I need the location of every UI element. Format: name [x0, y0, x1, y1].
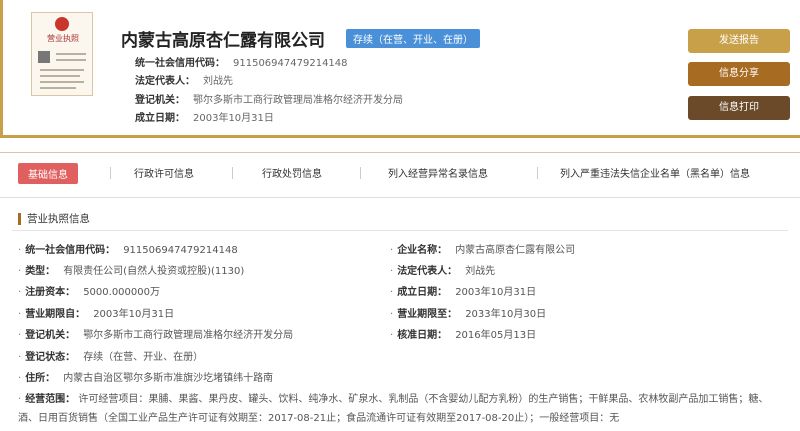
bullet-icon: ·: [390, 330, 394, 341]
tab-administrative-penalty[interactable]: 行政处罚信息: [262, 165, 322, 180]
bullet-icon: ·: [18, 287, 22, 298]
bullet-icon: ·: [390, 245, 394, 256]
header-registration-authority-label: 登记机关：: [135, 95, 185, 106]
header-legal-rep-row: 法定代表人： 刘战先: [135, 72, 233, 87]
bullet-icon: ·: [18, 266, 22, 277]
field-registration-status: · 登记状态： 存续（在营、开业、在册）: [18, 352, 204, 363]
national-emblem-icon: [55, 17, 69, 31]
bullet-icon: ·: [390, 309, 394, 320]
company-header-card: 营业执照 内蒙古高原杏仁露有限公司 存续（在营、开业、在册） 统一社会信用代码：…: [0, 0, 800, 138]
send-report-button[interactable]: 发送报告: [688, 29, 790, 53]
bullet-icon: ·: [18, 373, 22, 384]
bullet-icon: ·: [18, 309, 22, 320]
field-company-name: · 企业名称： 内蒙古高原杏仁露有限公司: [390, 245, 576, 256]
header-established-date-row: 成立日期： 2003年10月31日: [135, 109, 274, 124]
field-established-date: · 成立日期： 2003年10月31日: [390, 287, 537, 298]
bullet-icon: ·: [18, 352, 22, 363]
business-license-thumbnail[interactable]: 营业执照: [31, 12, 93, 96]
header-established-date-value: 2003年10月31日: [193, 113, 274, 124]
tab-blacklist[interactable]: 列入严重违法失信企业名单（黑名单）信息: [560, 165, 750, 180]
field-business-scope: · 经营范围： 许可经营项目：果脯、果酱、果丹皮、罐头、饮料、纯净水、矿泉水、乳制…: [18, 390, 788, 428]
field-company-type: · 类型： 有限责任公司(自然人投资或控股)(1130): [18, 266, 245, 277]
header-credit-code-value: 911506947479214148: [233, 58, 348, 69]
bullet-icon: ·: [18, 394, 22, 405]
header-legal-rep-value: 刘战先: [203, 76, 233, 87]
status-badge: 存续（在营、开业、在册）: [346, 29, 480, 48]
info-tabs: 基础信息 行政许可信息 行政处罚信息 列入经营异常名录信息 列入严重违法失信企业…: [0, 152, 800, 198]
bullet-icon: ·: [390, 287, 394, 298]
field-address: · 住所： 内蒙古自治区鄂尔多斯市准旗沙圪堵镇纬十路南: [18, 373, 274, 384]
license-thumb-title: 营业执照: [47, 34, 79, 43]
business-scope-label: 经营范围：: [25, 394, 76, 405]
section-divider: [12, 230, 788, 231]
field-registration-authority: · 登记机关： 鄂尔多斯市工商行政管理局准格尔经济开发分局: [18, 330, 294, 341]
tab-administrative-license[interactable]: 行政许可信息: [134, 165, 194, 180]
business-scope-value: 许可经营项目：果脯、果酱、果丹皮、罐头、饮料、纯净水、矿泉水、乳制品（不含婴幼儿…: [18, 394, 769, 424]
bullet-icon: ·: [18, 245, 22, 256]
header-established-date-label: 成立日期：: [135, 113, 185, 124]
header-credit-code-label: 统一社会信用代码：: [135, 58, 225, 69]
header-registration-authority-row: 登记机关： 鄂尔多斯市工商行政管理局准格尔经济开发分局: [135, 91, 403, 106]
print-info-button[interactable]: 信息打印: [688, 96, 790, 120]
bullet-icon: ·: [390, 266, 394, 277]
field-term-to: · 营业期限至： 2033年10月30日: [390, 309, 547, 320]
header-legal-rep-label: 法定代表人：: [135, 76, 195, 87]
header-registration-authority-value: 鄂尔多斯市工商行政管理局准格尔经济开发分局: [193, 95, 403, 106]
field-legal-representative: · 法定代表人： 刘战先: [390, 266, 496, 277]
section-title-business-license: 营业执照信息: [18, 213, 90, 225]
header-credit-code-row: 统一社会信用代码： 911506947479214148: [135, 54, 348, 69]
share-info-button[interactable]: 信息分享: [688, 62, 790, 86]
qr-code-icon: [38, 51, 50, 63]
field-credit-code: · 统一社会信用代码： 911506947479214148: [18, 245, 238, 256]
tab-abnormal-operation[interactable]: 列入经营异常名录信息: [388, 165, 488, 180]
field-registered-capital: · 注册资本： 5000.000000万: [18, 287, 160, 298]
field-approval-date: · 核准日期： 2016年05月13日: [390, 330, 537, 341]
tab-basic-info[interactable]: 基础信息: [18, 163, 78, 184]
field-term-from: · 营业期限自： 2003年10月31日: [18, 309, 175, 320]
bullet-icon: ·: [18, 330, 22, 341]
company-name: 内蒙古高原杏仁露有限公司: [121, 31, 325, 51]
